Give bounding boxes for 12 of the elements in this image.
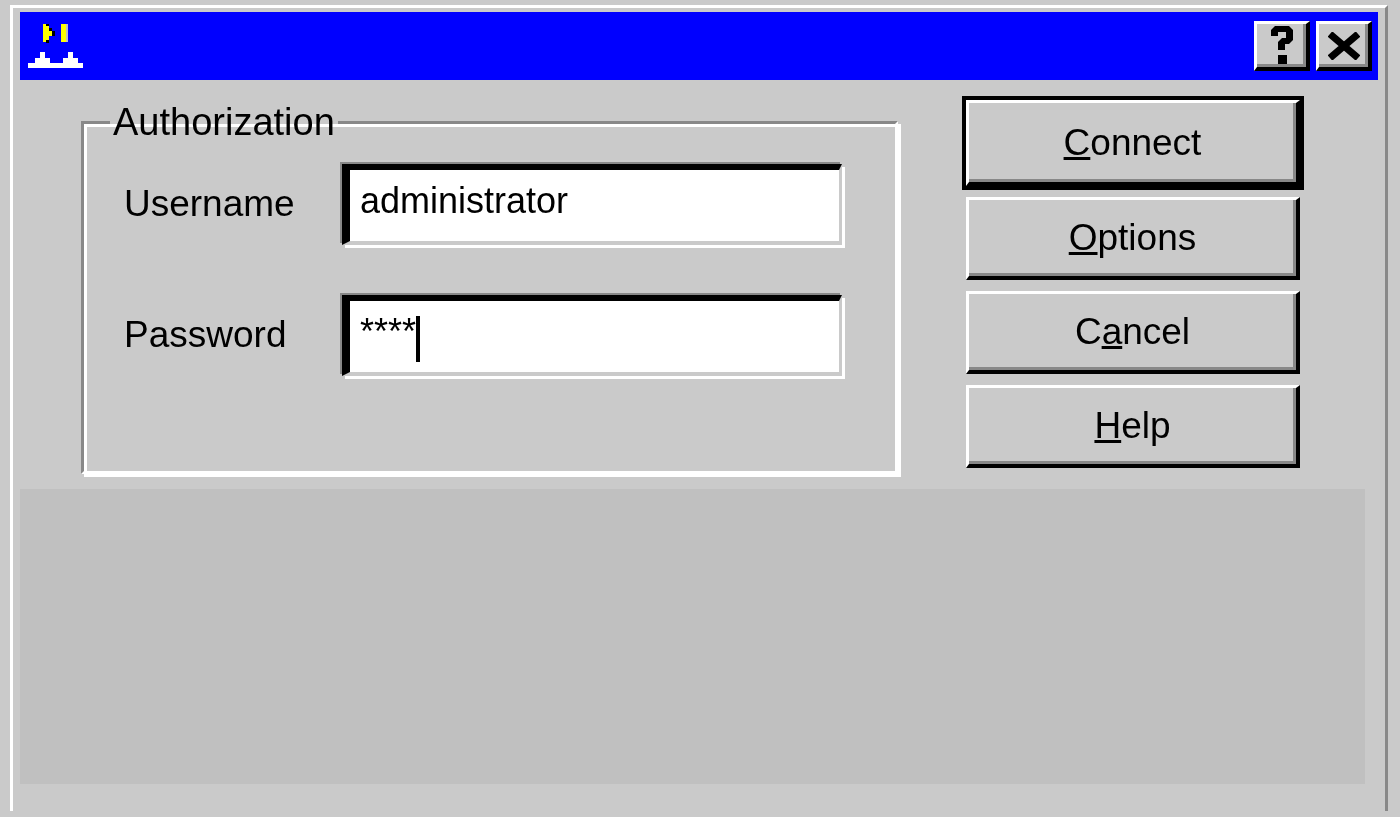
app-icon [28,24,84,68]
close-icon [1327,31,1360,60]
field-label: Username [124,183,296,226]
password-field[interactable]: **** [342,294,842,376]
input-field[interactable]: administrator [342,163,842,245]
group-title: Authorization [112,102,336,144]
dialog-button[interactable]: Help [966,385,1300,468]
field-label: Password [124,314,288,357]
dialog-button[interactable]: Cancel [966,291,1300,374]
dialog-button[interactable]: Options [966,197,1300,280]
help-button[interactable] [1254,21,1310,71]
close-button[interactable] [1316,21,1372,71]
